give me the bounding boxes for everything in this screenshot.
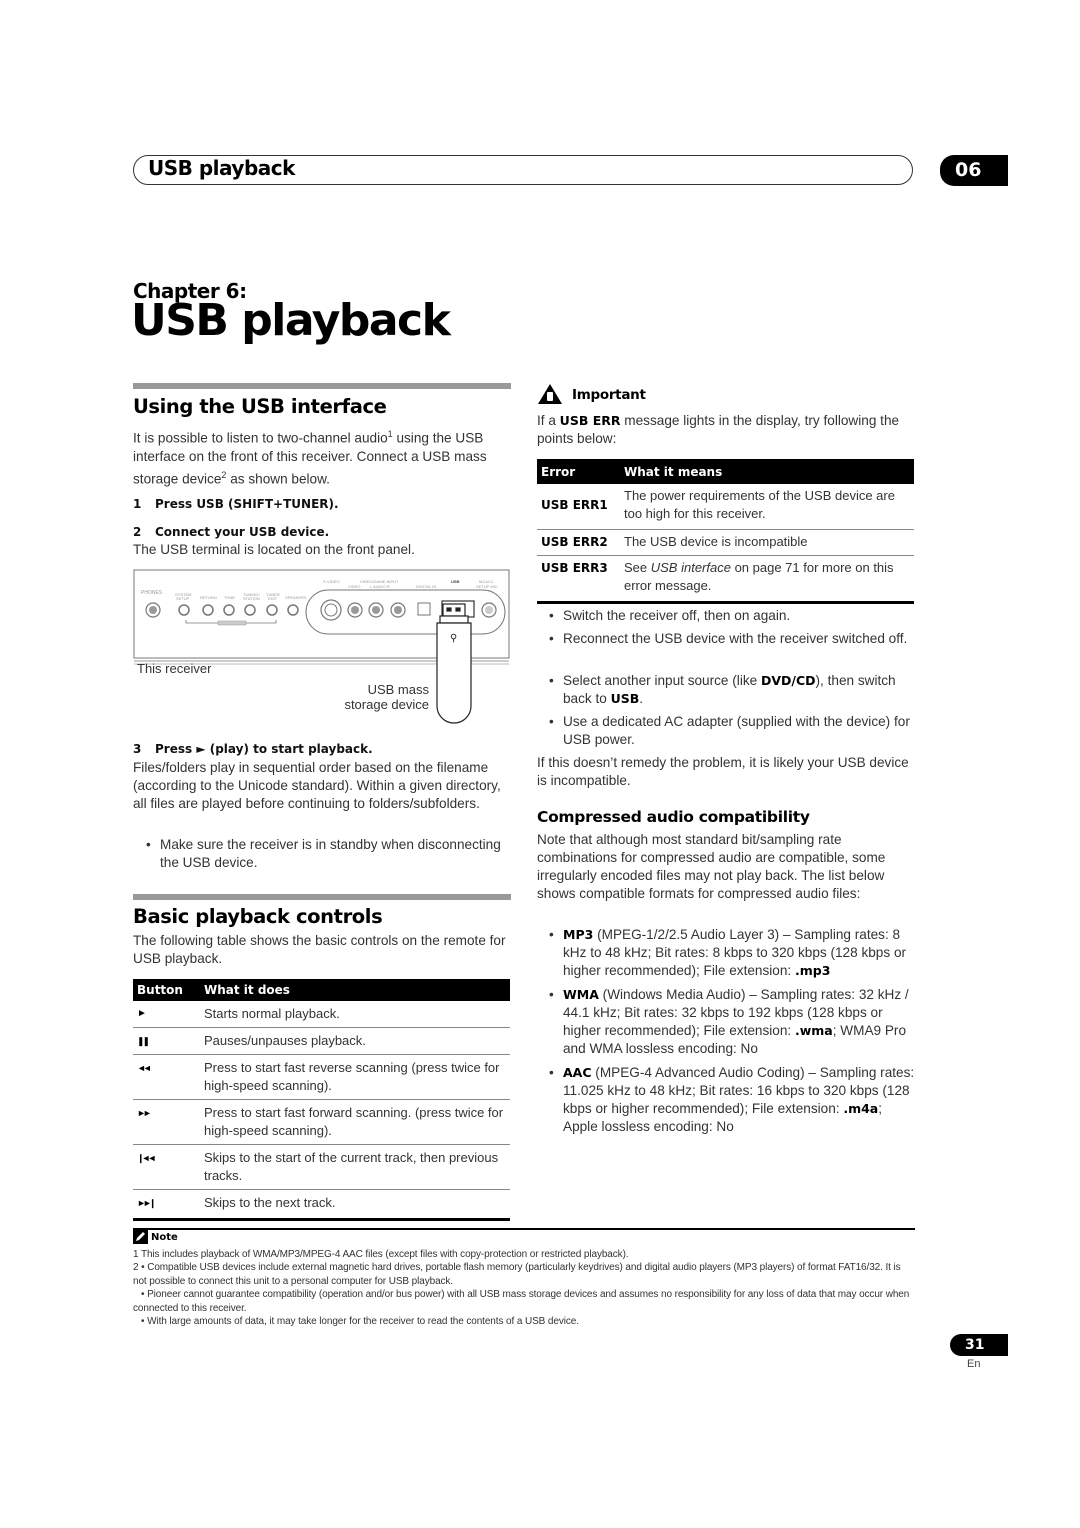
- footnote-1: 1 This includes playback of WMA/MP3/MPEG…: [133, 1249, 629, 1260]
- svg-text:PHONES: PHONES: [141, 590, 163, 596]
- step-1: 1 Press USB (SHIFT+TUNER).: [133, 497, 339, 511]
- svg-text:SETUP MIC: SETUP MIC: [476, 584, 498, 589]
- table-row: ❚❚ Pauses/unpauses playback.: [133, 1028, 510, 1055]
- table-row: USB ERR1 The power requirements of the U…: [537, 484, 914, 530]
- svg-text:SETUP: SETUP: [176, 596, 190, 601]
- troubleshoot-bullet: Switch the receiver off, then on again.: [549, 607, 915, 625]
- skip-previous-icon: ❙◄◄: [137, 1153, 156, 1163]
- svg-text:TONE: TONE: [224, 595, 235, 600]
- important-intro: If a USB ERR message lights in the displ…: [537, 413, 900, 446]
- compressed-audio-intro: Note that although most standard bit/sam…: [537, 832, 886, 901]
- svg-text:DIGITAL IN: DIGITAL IN: [416, 584, 436, 589]
- chapter-title: USB playback: [131, 295, 451, 346]
- step-2-description: The USB terminal is located on the front…: [133, 542, 415, 557]
- table-row: ❙◄◄ Skips to the start of the current tr…: [133, 1145, 510, 1190]
- step-3-description: Files/folders play in sequential order b…: [133, 760, 501, 811]
- table-header: Button What it does: [133, 979, 510, 1001]
- standby-bullet: Make sure the receiver is in standby whe…: [146, 836, 512, 872]
- usb-error-table: Error What it means USB ERR1 The power r…: [537, 459, 914, 604]
- svg-text:STATION: STATION: [243, 596, 260, 601]
- format-aac: AAC (MPEG-4 Advanced Audio Coding) – Sam…: [549, 1064, 915, 1136]
- table-row: ►►❙ Skips to the next track.: [133, 1190, 510, 1221]
- svg-text:S-VIDEO: S-VIDEO: [323, 579, 339, 584]
- section-divider-bar: [133, 383, 511, 389]
- pause-icon: ❚❚: [137, 1036, 150, 1046]
- important-outro: If this doesn’t remedy the problem, it i…: [537, 755, 909, 788]
- compressed-audio-heading: Compressed audio compatibility: [537, 808, 810, 826]
- svg-text:VIDEO: VIDEO: [348, 584, 360, 589]
- section-divider-bar: [133, 894, 511, 900]
- table-row: USB ERR2 The USB device is incompatible: [537, 530, 914, 556]
- svg-text:RETURN: RETURN: [200, 595, 217, 600]
- note-divider: [133, 1228, 915, 1230]
- step-3: 3 Press ► (play) to start playback.: [133, 742, 373, 756]
- playback-controls-table: Button What it does ► Starts normal play…: [133, 979, 510, 1221]
- note-heading: Note: [133, 1230, 178, 1244]
- svg-text:EDIT: EDIT: [268, 596, 278, 601]
- rewind-icon: ◄◄: [137, 1063, 152, 1073]
- usb-device-label: USB mass storage device: [344, 682, 429, 712]
- table-row: USB ERR3 See USB interface on page 71 fo…: [537, 556, 914, 604]
- page-language: En: [967, 1358, 981, 1370]
- note-pencil-icon: [133, 1230, 148, 1244]
- using-usb-heading: Using the USB interface: [133, 395, 387, 418]
- receiver-label: This receiver: [137, 661, 212, 676]
- table-row: ►► Press to start fast forward scanning.…: [133, 1100, 510, 1145]
- table-row: ◄◄ Press to start fast reverse scanning …: [133, 1055, 510, 1100]
- page-number: 31: [950, 1334, 1008, 1356]
- fast-forward-icon: ►►: [137, 1108, 152, 1118]
- usb-flash-drive-illustration: ⚲: [436, 603, 472, 724]
- svg-text:L AUDIO R: L AUDIO R: [370, 584, 390, 589]
- table-header: Error What it means: [537, 459, 914, 484]
- svg-text:SPEAKERS: SPEAKERS: [285, 595, 307, 600]
- using-usb-intro: It is possible to listen to two-channel …: [133, 429, 487, 487]
- important-warning-icon: [538, 384, 562, 404]
- footnote-2-large-data: • With large amounts of data, it may tak…: [133, 1316, 579, 1327]
- footnote-2: 2 • Compatible USB devices include exter…: [133, 1262, 901, 1287]
- troubleshoot-bullet: Reconnect the USB device with the receiv…: [549, 630, 915, 648]
- basic-controls-heading: Basic playback controls: [133, 905, 383, 928]
- footnote-2-pioneer: • Pioneer cannot guarantee compatibility…: [133, 1289, 910, 1314]
- format-wma: WMA (Windows Media Audio) – Sampling rat…: [549, 986, 915, 1058]
- chapter-number-tab: 06: [940, 155, 1008, 186]
- svg-text:USB: USB: [451, 579, 460, 584]
- usb-connection-diagram: PHONES SYSTEM SETUP RETURN TONE TUNING/ST…: [133, 568, 513, 728]
- table-row: ► Starts normal playback.: [133, 1001, 510, 1028]
- step-2: 2 Connect your USB device.: [133, 525, 330, 539]
- play-icon: ►: [137, 1008, 147, 1019]
- svg-text:⚲: ⚲: [450, 633, 457, 644]
- format-mp3: MP3 (MPEG-1/2/2.5 Audio Layer 3) – Sampl…: [549, 926, 915, 980]
- section-header-title: USB playback: [148, 156, 295, 180]
- important-heading: Important: [572, 387, 646, 403]
- basic-controls-intro: The following table shows the basic cont…: [133, 933, 506, 966]
- troubleshoot-bullet: Select another input source (like DVD/CD…: [549, 672, 915, 708]
- troubleshoot-bullet: Use a dedicated AC adapter (supplied wit…: [549, 713, 915, 749]
- skip-next-icon: ►►❙: [137, 1198, 156, 1208]
